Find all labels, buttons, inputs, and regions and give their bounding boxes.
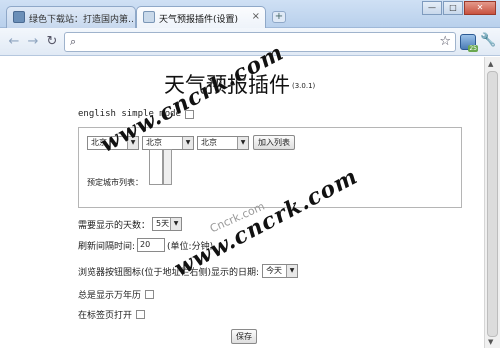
chevron-down-icon: ▼ (237, 137, 248, 149)
icon-date-label: 浏览器按钮图标(位于地址栏右侧)显示的日期: (78, 267, 260, 278)
reload-icon[interactable]: ↻ (43, 33, 61, 51)
address-input[interactable] (85, 35, 425, 49)
icon-date-value: 今天 (266, 266, 283, 275)
vertical-scrollbar[interactable]: ▲ ▼ (484, 57, 500, 348)
window-controls: — □ ✕ (422, 1, 496, 15)
newtab-checkbox[interactable] (136, 310, 146, 319)
save-button[interactable]: 保存 (231, 329, 257, 344)
chevron-down-icon: ▼ (286, 265, 298, 277)
scroll-up-icon[interactable]: ▲ (488, 60, 493, 68)
tab-weather-settings[interactable]: 天气预报插件(设置) × (136, 6, 266, 28)
scrollbar-thumb[interactable] (487, 71, 498, 337)
forward-arrow-icon[interactable]: → (24, 33, 42, 51)
newtab-label: 在标签页打开 (78, 311, 133, 321)
calendar-checkbox[interactable] (145, 290, 155, 299)
calendar-row: 总是显示万年历 (78, 288, 155, 301)
city-select[interactable]: 北京 ▼ (142, 136, 194, 150)
add-to-list-button[interactable]: 加入列表 (253, 135, 295, 150)
tab-downloads-site[interactable]: 绿色下载站：打造国内第… (6, 6, 136, 28)
scroll-down-icon[interactable]: ▼ (488, 338, 493, 346)
chevron-down-icon: ▼ (182, 137, 193, 149)
district-select[interactable]: 北京 ▼ (197, 136, 249, 150)
page-favicon-icon (143, 11, 155, 23)
list-scroll-arrows[interactable] (163, 149, 172, 185)
district-value: 北京 (201, 138, 217, 147)
version-label: (3.0.1) (292, 82, 316, 90)
days-label: 需要显示的天数： (78, 220, 151, 231)
newtab-row: 在标签页打开 (78, 308, 146, 321)
icon-date-select[interactable]: 今天 ▼ (262, 264, 299, 278)
extension-badge: 25 (468, 45, 478, 52)
bookmark-star-icon[interactable]: ☆ (439, 34, 451, 49)
minimize-button[interactable]: — (422, 1, 442, 15)
new-tab-button[interactable]: + (272, 11, 286, 23)
tab-label: 绿色下载站：打造国内第… (29, 15, 136, 25)
calendar-label: 总是显示万年历 (78, 291, 142, 301)
days-value: 5天 (156, 219, 170, 228)
city-list-label: 预定城市列表： (87, 178, 143, 187)
refresh-label: 刷新间隔时间: (78, 241, 136, 252)
chevron-down-icon: ▼ (170, 218, 182, 230)
tab-strip: 绿色下载站：打造国内第… 天气预报插件(设置) × + — □ ✕ (0, 0, 500, 28)
close-window-button[interactable]: ✕ (464, 1, 496, 15)
weather-extension-icon[interactable]: 25 (460, 34, 478, 52)
maximize-button[interactable]: □ (443, 1, 463, 15)
days-select[interactable]: 5天 ▼ (152, 217, 183, 231)
site-favicon-icon (13, 11, 25, 23)
close-tab-icon[interactable]: × (252, 11, 260, 22)
wrench-menu-icon[interactable]: 🔧 (480, 33, 496, 48)
settings-page: 天气预报插件 (3.0.1) english simple mode 北京 ▼ … (0, 39, 484, 348)
search-icon: ⌕ (70, 35, 77, 48)
days-row: 需要显示的天数： 5天 ▼ (78, 217, 183, 231)
back-arrow-icon[interactable]: ← (5, 33, 23, 51)
city-list-box[interactable] (149, 149, 163, 185)
tab-label: 天气预报插件(设置) (159, 15, 239, 25)
city-value: 北京 (146, 138, 162, 147)
refresh-interval-input[interactable]: 20 (137, 238, 166, 252)
